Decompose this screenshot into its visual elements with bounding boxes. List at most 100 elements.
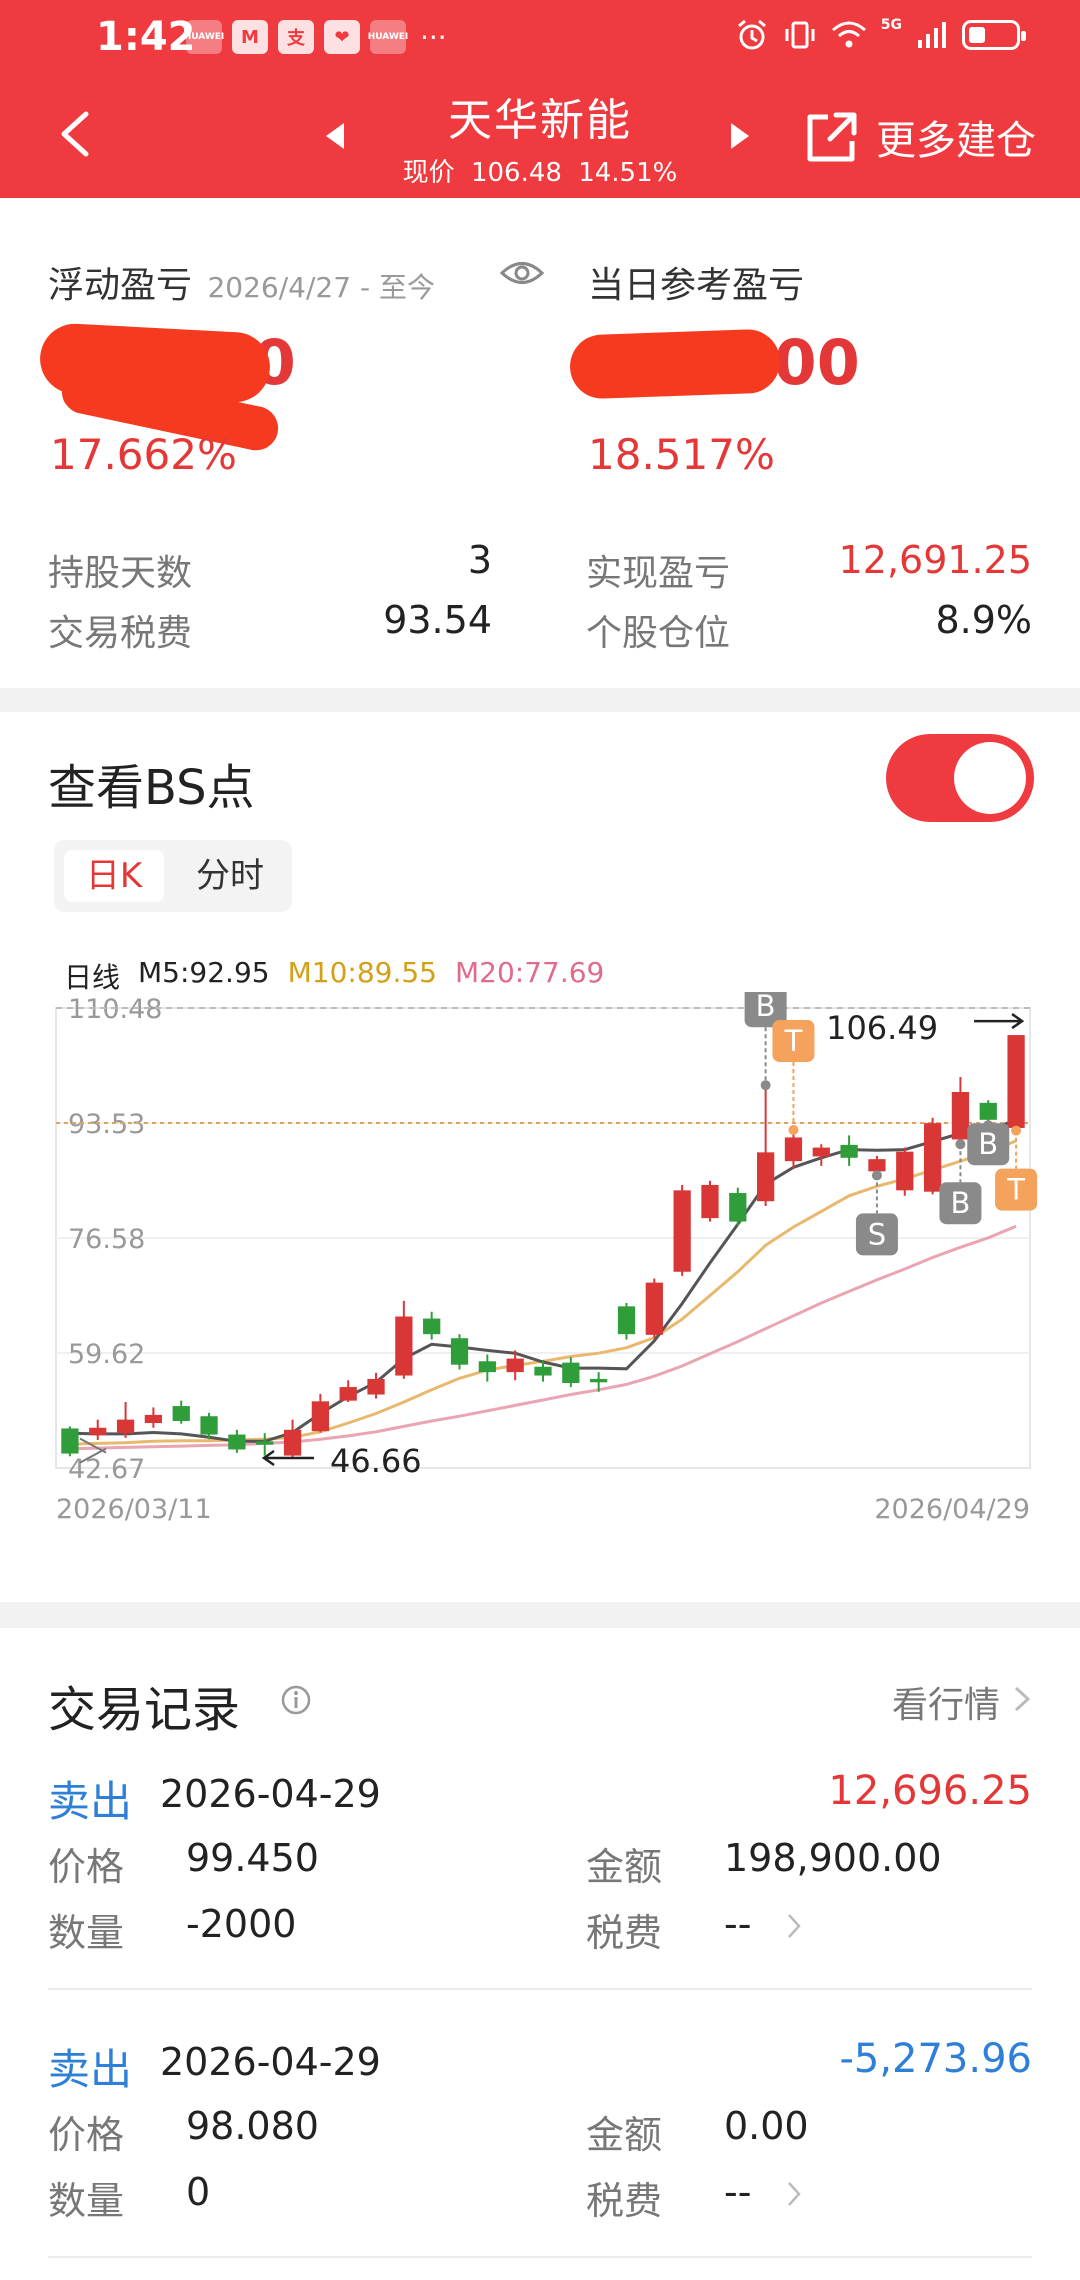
float-pl-range: 2026/4/27 - 至今 xyxy=(207,271,435,304)
ma-legend: 日线 M5:92.95 M10:89.55 M20:77.69 xyxy=(64,956,604,996)
trade-records-title: 交易记录 xyxy=(48,1682,241,1738)
candle xyxy=(645,1278,663,1339)
trade-qty-label: 数量 xyxy=(48,1911,125,1955)
trade-date: 2026-04-29 xyxy=(160,2040,381,2084)
candle xyxy=(812,1144,830,1166)
candle xyxy=(228,1429,246,1453)
high-arrow-icon xyxy=(974,1013,1025,1030)
candle xyxy=(116,1401,135,1438)
candle xyxy=(1007,1035,1025,1131)
divider xyxy=(48,2256,1032,2258)
bs-points-toggle[interactable] xyxy=(886,734,1034,822)
ma20-line xyxy=(69,1224,1017,1451)
trade-date: 2026-04-29 xyxy=(160,1772,381,1816)
eye-icon[interactable] xyxy=(500,258,544,288)
day-pl-pct: 18.517% xyxy=(588,430,775,479)
vibrate-icon xyxy=(785,21,815,49)
candle-body xyxy=(701,1184,719,1219)
candle-body xyxy=(868,1159,886,1172)
bs-marker-label: S xyxy=(868,1217,886,1251)
candle xyxy=(395,1300,413,1379)
m-app-icon: M xyxy=(232,20,268,54)
ma10-legend: M10:89.55 xyxy=(287,956,437,989)
x-start-label: 2026/03/11 xyxy=(56,1494,212,1525)
view-market-link[interactable]: 看行情 xyxy=(892,1676,1000,1728)
candle-body xyxy=(590,1378,608,1383)
profit-loss-card: 浮动盈亏 2026/4/27 - 至今 当日参考盈亏 .50 .00 17.66… xyxy=(0,198,1080,688)
bs-marker-label: T xyxy=(1006,1173,1025,1207)
candle-body xyxy=(228,1434,246,1450)
trade-record[interactable]: 卖出 2026-04-29 -5,273.96 价格 98.080 金额 0.0… xyxy=(0,2036,1080,2280)
trade-fees-label: 交易税费 xyxy=(48,613,193,654)
trade-price: 98.080 xyxy=(186,2104,319,2148)
candle xyxy=(784,1129,803,1169)
next-stock-icon[interactable] xyxy=(727,121,753,151)
candle-body xyxy=(896,1151,914,1191)
y-tick-label: 93.53 xyxy=(68,1109,145,1140)
candle xyxy=(423,1311,441,1340)
trade-qty-label: 数量 xyxy=(48,2179,125,2223)
ma20-legend: M20:77.69 xyxy=(454,956,605,989)
huawei-app-icon: HUAWEI xyxy=(184,20,224,54)
chart-period-segment: 日K 分时 xyxy=(54,840,292,912)
trade-amount: 0.00 xyxy=(724,2104,809,2148)
system-icons: 5G xyxy=(735,17,1026,52)
trade-fee[interactable]: -- xyxy=(724,1902,751,1946)
candle xyxy=(89,1419,107,1440)
candle-body xyxy=(450,1338,469,1365)
realized-pl-value: 12,691.25 xyxy=(838,538,1032,582)
bs-marker-T: T xyxy=(772,1019,815,1135)
candlestick-chart[interactable]: 110.4893.5376.5859.6242.67106.4946.66BTS… xyxy=(0,992,1080,1532)
more-notifications-icon: ··· xyxy=(420,20,447,54)
candle xyxy=(283,1419,302,1458)
candle-body xyxy=(311,1401,329,1432)
trade-records-card: 交易记录 看行情 卖出 2026-04-29 12,696.25 价格 99.4… xyxy=(0,1628,1080,2280)
trade-amount-label: 金额 xyxy=(586,1845,663,1889)
float-pl-label: 浮动盈亏 xyxy=(48,265,193,306)
trade-price-label: 价格 xyxy=(48,1845,125,1889)
bs-marker-B: B xyxy=(967,1120,1010,1166)
float-pl-pct: 17.662% xyxy=(50,430,237,479)
candle-body xyxy=(562,1362,580,1384)
more-position-button[interactable]: 更多建仓 xyxy=(802,108,1036,166)
chevron-right-icon[interactable] xyxy=(1012,1684,1032,1714)
trade-type: 卖出 xyxy=(48,2045,133,2094)
x-end-label: 2026/04/29 xyxy=(874,1494,1030,1525)
price-label: 现价 xyxy=(402,158,455,188)
tab-daily-k[interactable]: 日K xyxy=(64,850,164,902)
chevron-right-icon[interactable] xyxy=(786,2180,802,2208)
bs-marker-dot xyxy=(1011,1125,1022,1136)
position-ratio-label: 个股仓位 xyxy=(586,613,731,654)
candle xyxy=(144,1407,163,1428)
bs-marker-label: B xyxy=(756,992,776,1023)
candle-body xyxy=(645,1282,663,1335)
candle-body xyxy=(200,1416,218,1435)
candle-body xyxy=(534,1366,552,1376)
battery-icon xyxy=(962,20,1026,50)
candle-body xyxy=(729,1193,747,1222)
candle xyxy=(757,1085,775,1206)
candle-body xyxy=(1007,1035,1025,1128)
network-type: 5G xyxy=(880,17,902,33)
chevron-right-icon[interactable] xyxy=(786,1912,802,1940)
tab-intraday[interactable]: 分时 xyxy=(178,850,282,902)
info-icon[interactable] xyxy=(280,1684,312,1716)
notification-icons: HUAWEI M 支 ❤ HUAWEI ··· xyxy=(184,20,447,54)
candle xyxy=(617,1302,636,1340)
trade-fee[interactable]: -- xyxy=(724,2170,751,2214)
trade-fee-label: 税费 xyxy=(586,1911,663,1955)
trade-amount-label: 金额 xyxy=(586,2113,663,2157)
trade-fees-value: 93.54 xyxy=(383,598,492,642)
candle-body xyxy=(423,1318,441,1335)
candle-body xyxy=(89,1427,107,1436)
share-external-icon xyxy=(807,112,857,162)
trade-fee-label: 税费 xyxy=(586,2179,663,2223)
float-pl-heading: 浮动盈亏 2026/4/27 - 至今 xyxy=(48,256,435,308)
huawei-app-icon-2: HUAWEI xyxy=(368,20,408,54)
y-tick-label: 76.58 xyxy=(68,1224,145,1255)
candle-body xyxy=(172,1406,190,1421)
candle-body xyxy=(979,1102,997,1120)
candle xyxy=(450,1334,469,1370)
candle xyxy=(701,1180,719,1222)
y-tick-label: 59.62 xyxy=(68,1339,145,1370)
